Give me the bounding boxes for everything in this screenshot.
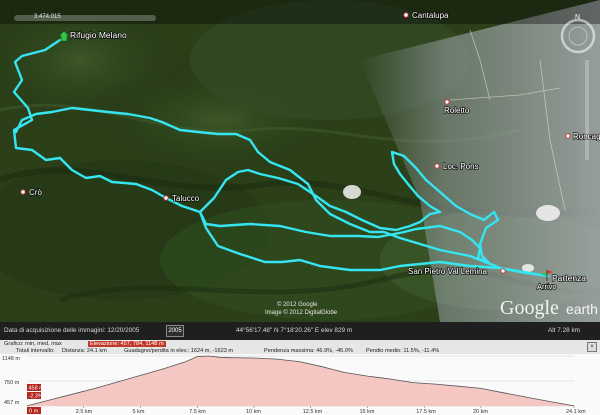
x-tick-label: 5 km: [132, 409, 144, 415]
place-roletto: Roletto: [444, 106, 470, 115]
x-tick-label: 12.5 km: [303, 409, 323, 415]
x-tick-label: 10 km: [246, 409, 261, 415]
google-earth-window: 3.474.015 Cantalupa Roletto Roncaglia Lo…: [0, 0, 600, 415]
eye-altitude: Alt 7.28 km: [548, 327, 580, 334]
elevation-chart-svg: 1148 m 750 m 457 m 458 m -2.3% 0 m 2.5 k…: [0, 354, 600, 415]
x-tick-label: 7.5 km: [189, 409, 206, 415]
copyright-google: © 2012 Google: [277, 301, 318, 308]
place-cro: Crò: [29, 188, 42, 197]
place-partenza: Partenza: [552, 273, 586, 283]
elevation-header: Grafico: min, med, max Elevazione: 457, …: [0, 340, 600, 355]
zoom-slider[interactable]: [585, 60, 589, 160]
y-label-min: 457 m: [4, 400, 20, 406]
current-slope: -2.3%: [29, 394, 43, 400]
top-left-readout: 3.474.015: [34, 14, 61, 20]
pointer-coordinates: 44°56'17.48" N 7°18'20.26" E elev 829 m: [236, 327, 353, 334]
place-san-pietro: San Pietro Val Lemina: [408, 267, 488, 276]
place-talucco: Talucco: [172, 194, 200, 203]
x-tick-label: 24.1 km: [566, 409, 586, 415]
google-earth-logo: Google earth: [500, 297, 598, 319]
map-canvas[interactable]: 3.474.015 Cantalupa Roletto Roncaglia Lo…: [0, 0, 600, 322]
gain-loss-value: Guadagno/perdita in elev.: 1624 m, -1623…: [124, 347, 234, 354]
place-arrivo: Arrivo: [537, 282, 557, 291]
x-start: 0 m: [29, 409, 39, 415]
historical-imagery-button[interactable]: 2005: [166, 325, 184, 337]
y-label-max: 1148 m: [2, 356, 20, 362]
y-label-mid: 750 m: [4, 380, 20, 386]
elevation-profile-panel: Grafico: min, med, max Elevazione: 457, …: [0, 340, 600, 415]
close-icon[interactable]: ×: [587, 342, 597, 352]
elevation-chart[interactable]: 1148 m 750 m 457 m 458 m -2.3% 0 m 2.5 k…: [0, 354, 600, 415]
distance-value: Distanza: 24.1 km: [62, 347, 107, 354]
place-loc-pons: Loc. Pons: [443, 162, 479, 171]
svg-text:earth: earth: [566, 301, 598, 317]
elevation-highlight[interactable]: Elevazione: 457, 784, 1148 m: [88, 341, 166, 347]
x-tick-label: 2.5 km: [76, 409, 93, 415]
max-slope-value: Pendenza massima: 46.9%, -45.0%: [264, 347, 353, 354]
totals-label: Totali intervallo:: [16, 347, 55, 354]
x-tick-label: 17.5 km: [416, 409, 436, 415]
north-indicator-icon: N: [575, 14, 580, 21]
copyright-imagery: Image © 2012 DigitalGlobe: [265, 309, 338, 316]
current-elevation: 458 m: [29, 386, 45, 392]
place-rifugio-melano: Rifugio Melano: [70, 30, 127, 40]
place-cantalupa: Cantalupa: [412, 11, 449, 20]
x-tick-label: 20 km: [473, 409, 488, 415]
graph-label: Grafico: min, med, max: [4, 341, 62, 347]
status-bar: Data di acquisizione delle immagini: 12/…: [0, 322, 600, 340]
capture-date: Data di acquisizione delle immagini: 12/…: [4, 327, 140, 334]
satellite-map[interactable]: 3.474.015 Cantalupa Roletto Roncaglia Lo…: [0, 0, 600, 322]
x-tick-label: 15 km: [359, 409, 374, 415]
svg-text:Google: Google: [500, 297, 559, 319]
avg-slope-value: Pendio medio: 11.5%, -11.4%: [366, 347, 440, 354]
